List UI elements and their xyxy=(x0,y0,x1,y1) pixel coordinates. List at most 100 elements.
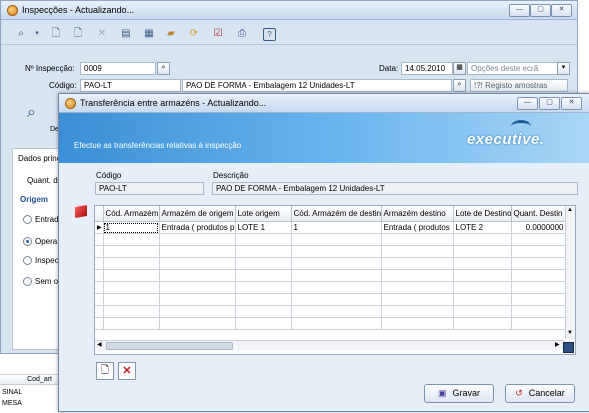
brand-logo: executive. xyxy=(467,131,545,148)
add-row-button[interactable]: 🗋 xyxy=(96,362,114,380)
help-icon[interactable]: ? xyxy=(263,28,276,41)
grid-corner-icon[interactable] xyxy=(563,342,574,353)
codigo-lookup-button[interactable]: ⌕ xyxy=(453,79,466,92)
list-item[interactable]: SINAL xyxy=(2,389,22,396)
maximize-button[interactable]: ▢ xyxy=(530,4,551,17)
brand-swoosh-icon xyxy=(511,120,531,133)
row-selector-header xyxy=(95,206,104,222)
transfer-grid: Cód. Armazém Armazém de origem Lote orig… xyxy=(94,205,576,355)
radio-inspeccao[interactable]: Inspec xyxy=(23,256,59,266)
quant-label: Quant. d xyxy=(27,176,58,185)
checklist-icon[interactable]: ☑ xyxy=(212,28,224,40)
scroll-thumb[interactable] xyxy=(106,342,233,350)
column-header[interactable]: Cód. Armazém de destino xyxy=(291,206,382,222)
zoom-icon[interactable]: ⌕ xyxy=(27,104,36,122)
scroll-left-icon[interactable]: ◀ xyxy=(97,341,102,348)
new-doc-icon[interactable]: 🗋 xyxy=(50,28,62,40)
dialog-banner: Efectue as transferências relativas à in… xyxy=(59,113,589,163)
table-row[interactable] xyxy=(95,305,567,318)
dialog-descricao-label: Descrição xyxy=(213,171,249,180)
column-header[interactable]: Lote origem xyxy=(235,206,292,222)
folder-icon[interactable]: ▰ xyxy=(165,28,177,40)
radio-indicator[interactable] xyxy=(23,277,32,287)
scroll-right-icon[interactable]: ▶ xyxy=(555,341,560,348)
column-header[interactable]: Armazém de origem xyxy=(159,206,236,222)
banner-text: Efectue as transferências relativas à in… xyxy=(74,141,242,150)
table-row[interactable] xyxy=(95,269,567,282)
grid-icon[interactable]: ▦ xyxy=(143,28,155,40)
refresh-icon[interactable]: ⟳ xyxy=(188,28,200,40)
table-cell[interactable]: Entrada ( produtos xyxy=(381,221,454,234)
gravar-button[interactable]: ▣ Gravar xyxy=(424,384,494,403)
radio-indicator[interactable] xyxy=(23,215,32,225)
dialog-descricao-field: PAO DE FORMA - Embalagem 12 Unidades-LT xyxy=(212,182,578,195)
table-row[interactable] xyxy=(95,317,567,330)
inspecao-lookup-button[interactable]: ⌕ xyxy=(157,62,170,75)
scroll-down-icon[interactable]: ▼ xyxy=(567,330,573,336)
minimize-button[interactable]: — xyxy=(509,4,530,17)
table-row[interactable]: ▶ 1 Entrada ( produtos p LOTE 1 1 Entrad… xyxy=(95,221,567,234)
save-icon: ▣ xyxy=(437,388,447,398)
main-window-title: Inspecções - Actualizando... xyxy=(22,5,135,15)
table-cell[interactable]: LOTE 2 xyxy=(453,221,512,234)
table-cell[interactable]: 1 xyxy=(103,221,160,234)
delete-row-button[interactable]: ✕ xyxy=(118,362,136,380)
inspecao-label: Nº Inspecção: xyxy=(25,64,75,73)
radio-indicator[interactable] xyxy=(23,237,32,247)
codigo-label: Código: xyxy=(49,81,77,90)
copy-doc-icon[interactable]: 🗋 xyxy=(72,28,84,40)
radio-operacao[interactable]: Opera xyxy=(23,237,57,247)
table-cell[interactable]: Entrada ( produtos p xyxy=(159,221,236,234)
cancel-icon: ↺ xyxy=(515,388,523,398)
delete-icon[interactable]: ✕ xyxy=(96,28,108,40)
data-field[interactable]: 14.05.2010 xyxy=(401,62,453,75)
codigo-field[interactable]: PAO-LT xyxy=(80,79,181,92)
transfer-cube-icon xyxy=(75,204,87,219)
dialog-minimize-button[interactable]: — xyxy=(517,97,538,110)
transfer-dialog: Transferência entre armazéns - Actualiza… xyxy=(58,93,589,412)
table-row[interactable] xyxy=(95,257,567,270)
app-icon xyxy=(7,4,18,16)
table-row[interactable] xyxy=(95,233,567,246)
current-row-indicator-icon: ▶ xyxy=(95,221,104,234)
codigo-description-field: PAO DE FORMA - Embalagem 12 Unidades-LT xyxy=(182,79,452,92)
chevron-down-icon[interactable]: ▾ xyxy=(557,62,570,75)
dialog-maximize-button[interactable]: ▢ xyxy=(539,97,560,110)
table-cell[interactable]: 0.0000000 xyxy=(511,221,567,234)
table-row[interactable] xyxy=(95,281,567,294)
close-button[interactable]: ✕ xyxy=(551,4,572,17)
table-cell[interactable]: LOTE 1 xyxy=(235,221,292,234)
horizontal-scrollbar[interactable]: ◀ ▶ xyxy=(95,340,565,350)
registo-amostras-button[interactable]: !?! Registo amostras xyxy=(470,79,568,92)
dialog-title: Transferência entre armazéns - Actualiza… xyxy=(80,98,267,108)
origem-heading: Origem xyxy=(20,195,49,204)
vertical-scrollbar[interactable]: ▲ ▼ xyxy=(565,206,575,339)
column-header[interactable]: Armazém destino xyxy=(381,206,454,222)
scroll-up-icon[interactable]: ▲ xyxy=(567,207,573,213)
radio-indicator[interactable] xyxy=(23,256,32,266)
table-cell[interactable]: 1 xyxy=(291,221,382,234)
print-icon[interactable]: ⎙ xyxy=(236,28,248,40)
radio-entrada[interactable]: Entrad xyxy=(23,215,59,225)
data-picker-button[interactable]: ▦ xyxy=(453,62,466,75)
dialog-codigo-field: PAO-LT xyxy=(95,182,204,195)
list-item[interactable]: MESA xyxy=(2,400,22,407)
cancelar-button[interactable]: ↺ Cancelar xyxy=(505,384,575,403)
search-icon[interactable]: ⌕ xyxy=(15,28,27,40)
dialog-titlebar: Transferência entre armazéns - Actualiza… xyxy=(59,94,589,113)
column-header[interactable]: Cód. Armazém xyxy=(103,206,160,222)
dialog-close-button[interactable]: ✕ xyxy=(561,97,582,110)
dados-label: Dados princ xyxy=(18,154,61,163)
column-header[interactable]: Lote de Destino xyxy=(453,206,512,222)
table-row[interactable] xyxy=(95,293,567,306)
dropdown-icon[interactable]: ▾ xyxy=(31,28,43,40)
list-icon[interactable]: ▤ xyxy=(120,28,132,40)
radio-sem-origem[interactable]: Sem o xyxy=(23,277,58,287)
column-header[interactable]: Quant. Destin xyxy=(511,206,567,222)
transfer-table: Cód. Armazém Armazém de origem Lote orig… xyxy=(95,206,567,330)
app-icon xyxy=(65,97,76,109)
table-row[interactable] xyxy=(95,245,567,258)
inspecao-field[interactable]: 0009 xyxy=(80,62,156,75)
grid-header-row: Cód. Armazém Armazém de origem Lote orig… xyxy=(95,206,567,222)
opcoes-select[interactable]: Opções deste ecrã xyxy=(467,62,560,75)
